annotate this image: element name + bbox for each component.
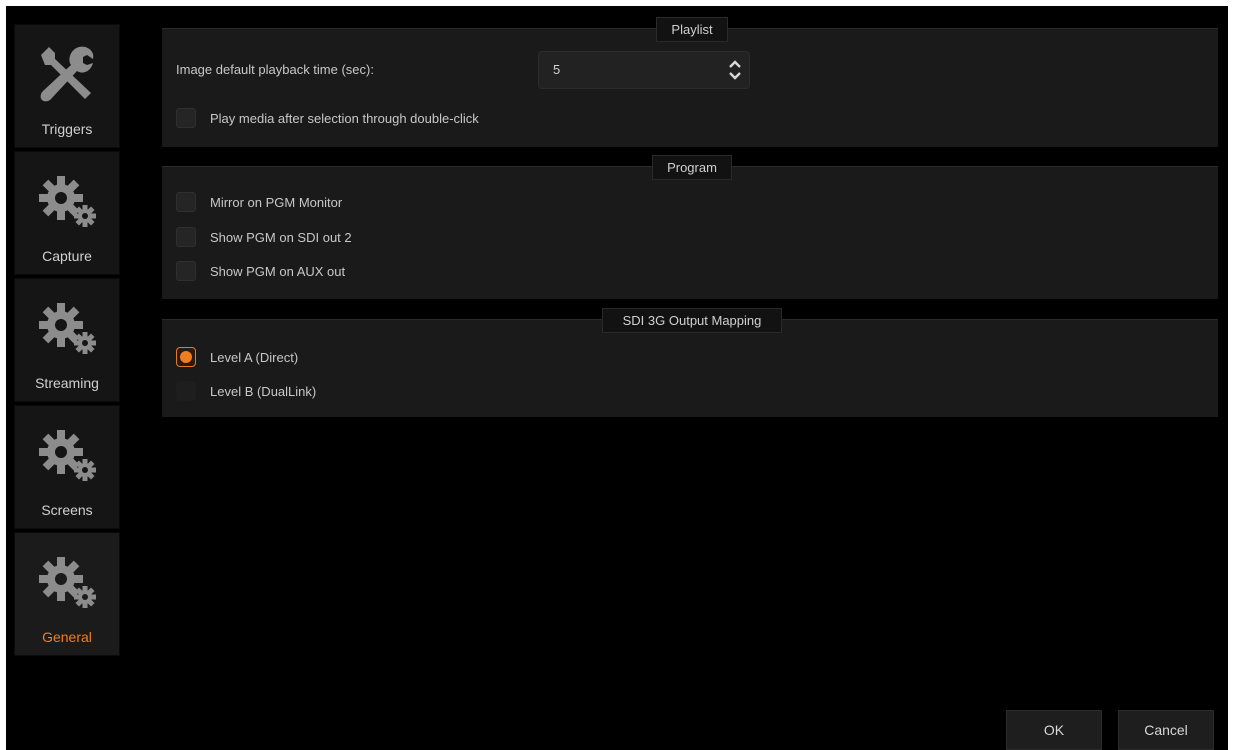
double-click-label: Play media after selection through doubl… [210,110,479,126]
level-b-radio[interactable] [176,381,196,401]
sidebar-item-capture[interactable]: Capture [14,151,120,275]
pgm-sdi-out-label: Show PGM on SDI out 2 [210,229,352,245]
playback-time-stepper[interactable]: 5 [538,51,750,89]
gears-icon [39,176,96,227]
settings-window: Triggers Capture Streaming Screens Gener… [6,6,1228,750]
sidebar-item-general[interactable]: General [14,532,120,656]
pgm-aux-out-checkbox[interactable] [176,261,196,281]
sidebar-item-label: Screens [41,502,93,518]
sidebar-item-label: General [42,629,92,645]
program-panel: Program Mirror on PGM Monitor Show PGM o… [162,155,1218,299]
sidebar-item-label: Capture [42,248,92,264]
double-click-checkbox[interactable] [176,108,196,128]
mirror-pgm-label: Mirror on PGM Monitor [210,194,343,210]
pgm-aux-out-label: Show PGM on AUX out [210,263,346,279]
level-b-label: Level B (DualLink) [210,383,317,399]
level-a-label: Level A (Direct) [210,349,299,365]
mirror-pgm-checkbox[interactable] [176,192,196,212]
pgm-aux-out-option[interactable]: Show PGM on AUX out [176,260,345,282]
pgm-sdi-out-checkbox[interactable] [176,227,196,247]
sidebar-item-streaming[interactable]: Streaming [14,278,120,402]
tools-icon [40,46,94,102]
sidebar-item-triggers[interactable]: Triggers [14,24,120,148]
mirror-pgm-option[interactable]: Mirror on PGM Monitor [176,191,342,213]
playback-time-label: Image default playback time (sec): [176,61,374,77]
gears-icon [39,557,96,608]
panel-title: Program [652,155,732,180]
pgm-sdi-out-option[interactable]: Show PGM on SDI out 2 [176,226,352,248]
cancel-button[interactable]: Cancel [1118,710,1214,750]
sdi-mapping-panel: SDI 3G Output Mapping Level A (Direct) L… [162,308,1218,417]
level-a-option[interactable]: Level A (Direct) [176,346,298,368]
ok-button[interactable]: OK [1006,710,1102,750]
panel-title: Playlist [656,17,728,42]
double-click-option[interactable]: Play media after selection through doubl… [176,107,479,129]
playlist-panel: Playlist Image default playback time (se… [162,17,1218,147]
gears-icon [39,303,96,354]
sidebar-item-label: Triggers [41,121,93,137]
panel-title: SDI 3G Output Mapping [602,308,782,333]
playback-time-value: 5 [553,62,561,77]
gears-icon [39,430,96,481]
sidebar-item-label: Streaming [35,375,99,391]
level-a-radio[interactable] [176,347,196,367]
level-b-option[interactable]: Level B (DualLink) [176,380,316,402]
stepper-arrows-icon[interactable] [727,56,743,84]
sidebar-item-screens[interactable]: Screens [14,405,120,529]
